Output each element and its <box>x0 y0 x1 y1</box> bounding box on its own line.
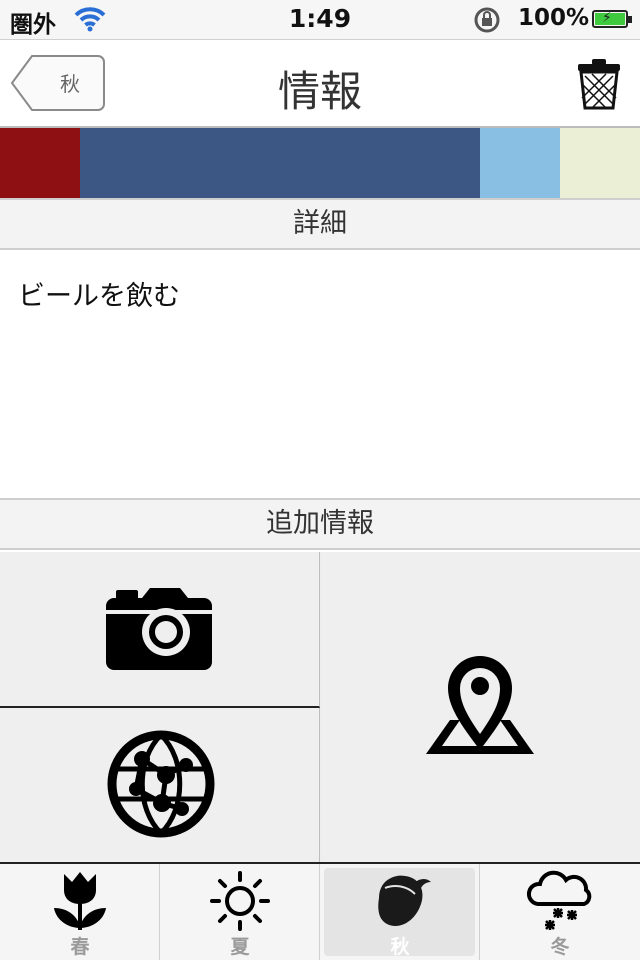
page-title: 情報 <box>277 67 362 116</box>
map-location-button[interactable] <box>321 552 640 862</box>
map-pin-icon <box>426 656 534 754</box>
trash-icon[interactable] <box>576 58 622 114</box>
status-bar: 圏外 1:49 100% ⚡ <box>0 0 640 40</box>
globe-network-icon <box>107 730 215 838</box>
extra-info-section-header: 追加情報 <box>0 498 640 550</box>
tab-winter[interactable]: 冬 <box>480 864 640 960</box>
tab-spring[interactable]: 春 <box>0 864 160 960</box>
navigation-bar: 秋 情報 <box>0 40 640 128</box>
camera-icon <box>106 588 212 670</box>
tab-summer[interactable]: 夏 <box>160 864 320 960</box>
battery-percent: 100% <box>518 5 590 31</box>
tab-bar: 春 夏 秋 冬 <box>0 862 640 960</box>
color-swatch-cream[interactable] <box>560 128 640 198</box>
color-swatch-light-blue[interactable] <box>480 128 560 198</box>
tab-label: 春 <box>70 936 90 958</box>
color-swatch-red[interactable] <box>0 128 80 198</box>
tab-label: 冬 <box>550 936 570 958</box>
detail-section-header: 詳細 <box>0 198 640 250</box>
camera-button[interactable] <box>0 552 320 708</box>
rotation-lock-icon <box>472 6 502 38</box>
color-swatch-navy[interactable] <box>80 128 480 198</box>
sun-icon <box>209 871 270 931</box>
acorn-icon <box>377 875 431 926</box>
color-strip <box>0 128 640 198</box>
tab-label: 夏 <box>230 936 250 958</box>
detail-text: ビールを飲む <box>18 281 180 312</box>
web-button[interactable] <box>0 708 320 862</box>
action-grid <box>0 552 640 862</box>
detail-text-area[interactable]: ビールを飲む <box>0 252 640 498</box>
tulip-icon <box>53 872 106 930</box>
battery-icon: ⚡ <box>592 10 632 28</box>
tab-label: 秋 <box>390 936 410 958</box>
snow-cloud-icon <box>527 870 592 930</box>
tab-autumn[interactable]: 秋 <box>320 864 480 960</box>
